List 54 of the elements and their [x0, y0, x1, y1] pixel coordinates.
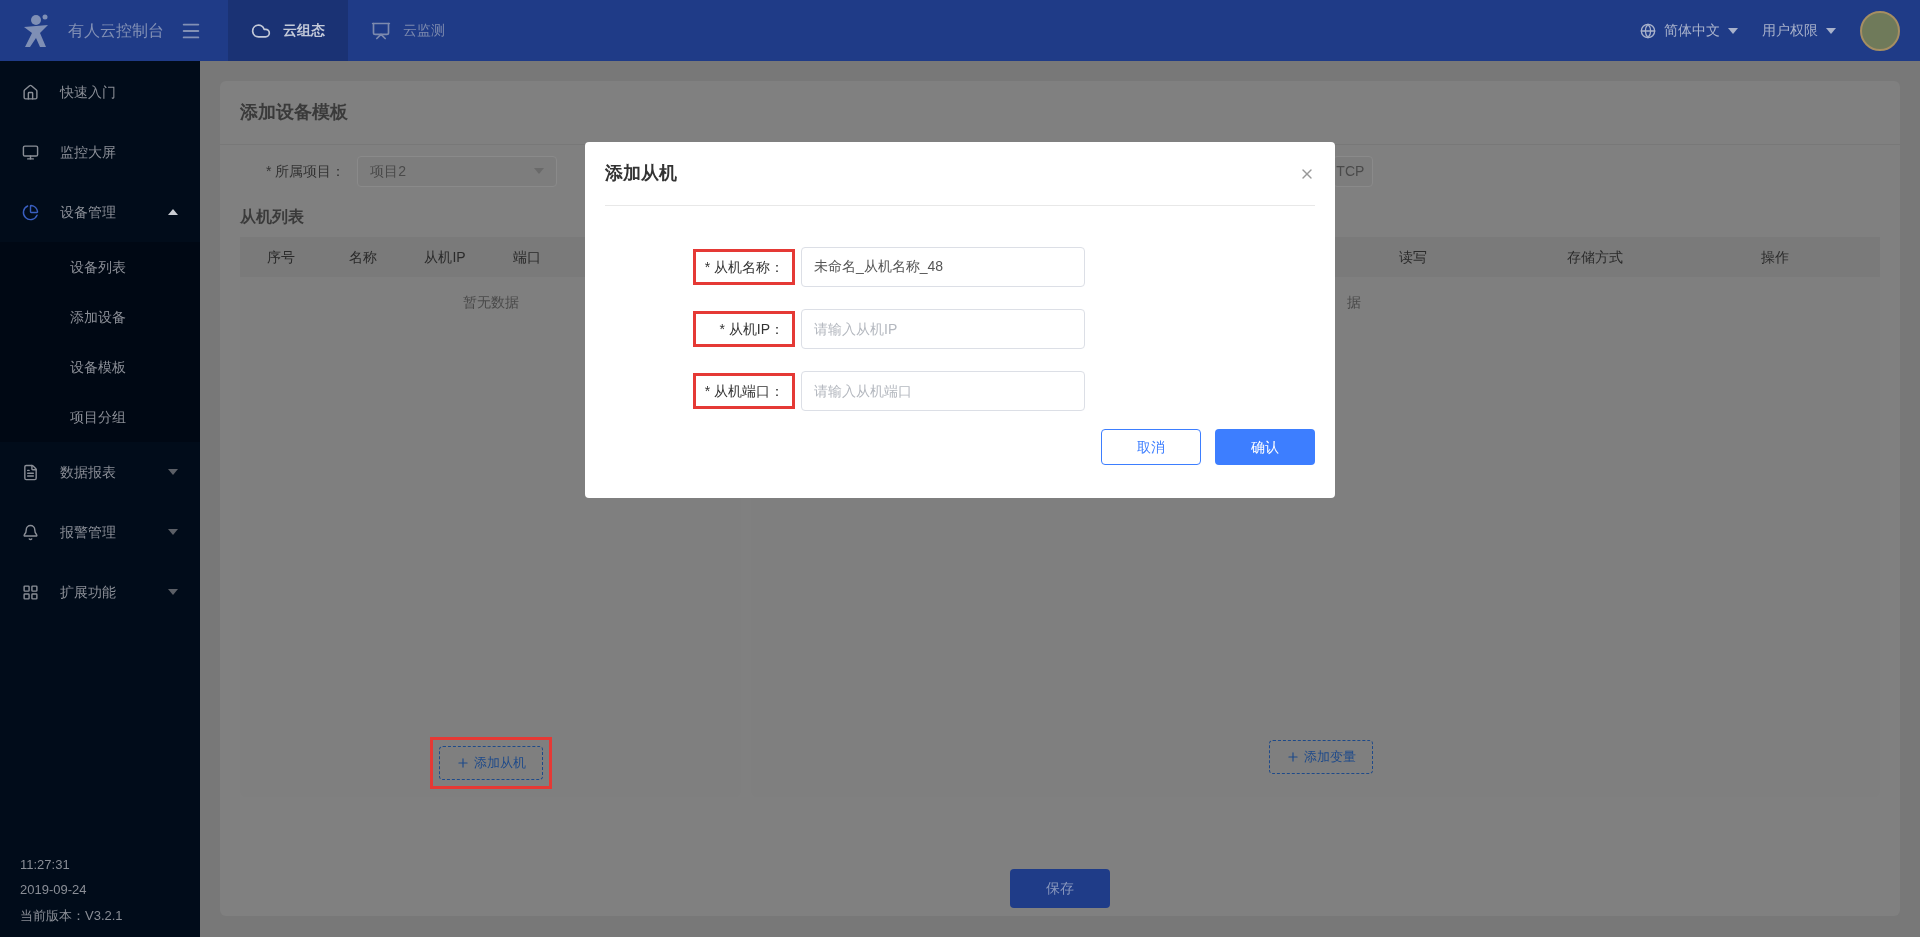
- caret-icon: [168, 529, 178, 535]
- bell-icon: [22, 523, 39, 541]
- column-header: 读写: [1398, 247, 1428, 267]
- caret-icon: [168, 469, 178, 475]
- field-label: * 从机名称：: [693, 249, 795, 285]
- sidebar-item[interactable]: 数据报表: [0, 442, 200, 502]
- footer-text: 当前版本：V3.2.1: [20, 906, 124, 925]
- caret-icon: [1826, 27, 1836, 34]
- language-icon: [1640, 22, 1656, 39]
- text-field[interactable]: 请输入从机IP: [801, 309, 1085, 349]
- chart-screen-icon: [371, 20, 391, 41]
- field-label: * 从机IP：: [693, 311, 795, 347]
- confirm-button[interactable]: 确认: [1215, 429, 1315, 465]
- document-icon: [22, 463, 39, 481]
- sidebar-item[interactable]: 扩展功能: [0, 562, 200, 622]
- sidebar-subitem[interactable]: 设备模板: [0, 342, 200, 392]
- caret-icon: [168, 209, 178, 215]
- grid-icon: [22, 583, 39, 601]
- column-header: 从机IP: [423, 247, 467, 267]
- caret-icon: [168, 589, 178, 595]
- column-header: 存储方式: [1566, 247, 1624, 267]
- plus-icon: [455, 756, 470, 770]
- caret-icon: [1728, 27, 1738, 34]
- cancel-button[interactable]: 取消: [1101, 429, 1201, 465]
- footer-text: 2019-09-24: [20, 881, 88, 899]
- plus-icon: [1285, 750, 1300, 764]
- app-title: 有人云控制台: [68, 20, 164, 41]
- sidebar-item[interactable]: 快速入门: [0, 62, 200, 122]
- user-permission-dropdown[interactable]: 用户权限: [1762, 20, 1836, 41]
- field-label: * 从机端口：: [693, 373, 795, 409]
- section-title: 从机列表: [240, 207, 304, 227]
- column-header: 名称: [348, 247, 378, 267]
- sidebar-subitem[interactable]: 添加设备: [0, 292, 200, 342]
- text-field[interactable]: 请输入从机端口: [801, 371, 1085, 411]
- sidebar-item[interactable]: 设备管理: [0, 182, 200, 242]
- column-header: 端口: [512, 247, 542, 267]
- form-label: * 所属项目：: [266, 161, 346, 181]
- page-title: 添加设备模板: [240, 101, 348, 124]
- language-dropdown[interactable]: 简体中文: [1640, 20, 1738, 41]
- pie-chart-icon: [22, 203, 39, 221]
- avatar[interactable]: [1860, 10, 1900, 51]
- text-field[interactable]: 未命名_从机名称_48: [801, 247, 1085, 287]
- nav-tab[interactable]: 云组态: [228, 0, 348, 61]
- monitor-icon: [22, 143, 39, 161]
- footer-text: 11:27:31: [20, 855, 71, 874]
- sidebar-subitem[interactable]: 项目分组: [0, 392, 200, 442]
- sidebar-subitem[interactable]: 设备列表: [0, 242, 200, 292]
- save-button[interactable]: 保存: [1010, 869, 1110, 908]
- dialog-title: 添加从机: [605, 162, 677, 185]
- sidebar-item[interactable]: 报警管理: [0, 502, 200, 562]
- column-header: 操作: [1760, 247, 1790, 267]
- column-header: 序号: [266, 247, 296, 267]
- home-icon: [22, 83, 39, 101]
- sidebar-item[interactable]: 监控大屏: [0, 122, 200, 182]
